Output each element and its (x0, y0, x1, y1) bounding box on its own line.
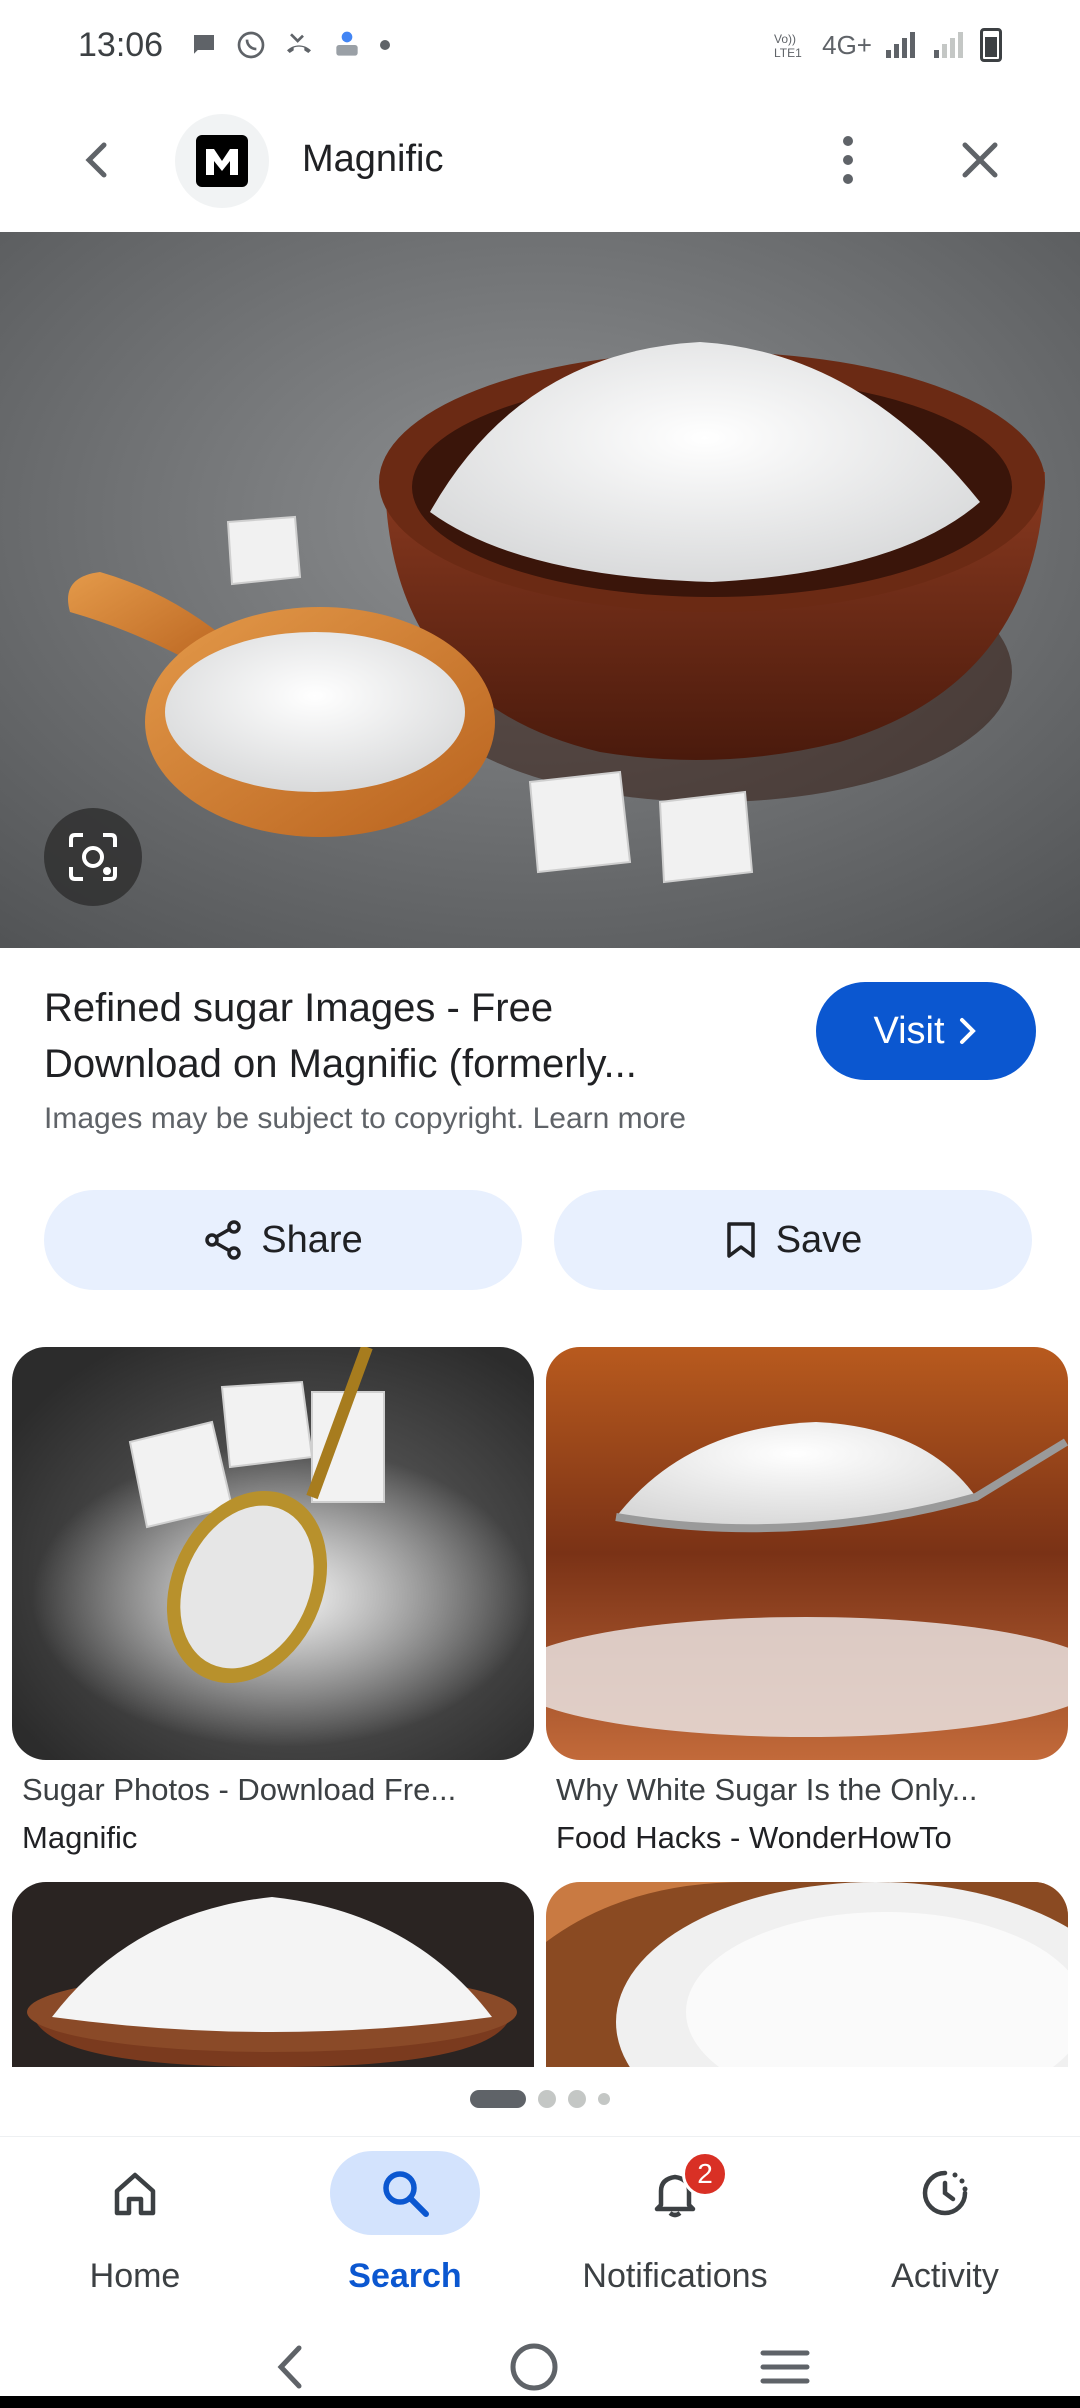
share-button[interactable]: Share (44, 1190, 522, 1290)
svg-text:Vo)): Vo)) (774, 32, 796, 46)
signal-icon (886, 32, 915, 58)
battery-icon (980, 28, 1002, 62)
nav-search[interactable]: Search (270, 2151, 540, 2301)
nav-notifications[interactable]: 2 Notifications (540, 2151, 810, 2301)
nav-home-label: Home (89, 2257, 181, 2295)
sugar-cubes-spoon-photo (12, 1347, 534, 1760)
site-logo (175, 114, 269, 208)
screen-bottom-edge (0, 2396, 1080, 2408)
related-source-2: Food Hacks - WonderHowTo (556, 1820, 952, 1855)
close-button[interactable] (955, 135, 1005, 185)
page-dot-active (470, 2090, 526, 2108)
system-recents-icon[interactable] (759, 2347, 811, 2387)
save-button[interactable]: Save (554, 1190, 1032, 1290)
home-icon (114, 2172, 156, 2216)
related-image-4[interactable] (546, 1882, 1068, 2067)
chevron-right-icon (959, 1018, 976, 1044)
nav-search-label: Search (348, 2257, 462, 2295)
result-title-line1: Refined sugar Images - Free (44, 986, 554, 1030)
main-result-image[interactable] (0, 232, 1080, 948)
svg-text:LTE1: LTE1 (774, 46, 802, 60)
missed-call-icon (287, 33, 312, 53)
visit-label: Visit (873, 1009, 945, 1052)
back-button[interactable] (72, 135, 122, 185)
sugar-closeup-photo (546, 1882, 1068, 2067)
whatsapp-icon (237, 31, 265, 59)
notifications-badge: 2 (682, 2151, 728, 2197)
notification-icons (189, 29, 391, 61)
system-home-icon[interactable] (508, 2341, 560, 2393)
more-notifications-icon (380, 40, 391, 50)
search-icon (383, 2171, 429, 2217)
save-label: Save (775, 1218, 863, 1261)
activity-icon (922, 2170, 968, 2216)
status-bar: 13:06 Vo)) LTE1 4G+ (0, 0, 1080, 90)
bottom-navigation: Home Search 2 Notifications Activity (0, 2136, 1080, 2326)
signal-2-icon (934, 32, 963, 58)
page-dot (538, 2090, 556, 2108)
status-time: 13:06 (78, 25, 164, 64)
related-caption-1[interactable]: Sugar Photos - Download Fre... (22, 1772, 456, 1808)
nav-activity[interactable]: Activity (810, 2151, 1080, 2301)
nav-home[interactable]: Home (0, 2151, 270, 2301)
sugar-spoon-photo (546, 1347, 1068, 1760)
related-image-3[interactable] (12, 1882, 534, 2067)
sugar-bowl-photo (0, 232, 1080, 948)
related-image-1[interactable] (12, 1347, 534, 1760)
page-dot (568, 2090, 586, 2108)
page-dot (598, 2093, 610, 2105)
bookmark-icon (726, 1222, 755, 1258)
network-type: 4G+ (822, 29, 872, 60)
share-label: Share (261, 1218, 363, 1261)
result-title[interactable]: Refined sugar Images - Free Download on … (44, 980, 764, 1092)
magnific-logo-icon (206, 149, 238, 175)
nav-notifications-label: Notifications (582, 2257, 768, 2295)
related-image-2[interactable] (546, 1347, 1068, 1760)
page-header: Magnific (0, 110, 1080, 210)
google-lens-button[interactable] (44, 808, 142, 906)
system-back-icon[interactable] (269, 2342, 309, 2392)
share-icon (205, 1220, 242, 1260)
sugar-heap-bowl-photo (12, 1882, 534, 2067)
more-options-button[interactable] (820, 132, 876, 188)
result-title-line2: Download on Magnific (formerly... (44, 1042, 637, 1086)
visit-button[interactable]: Visit (816, 982, 1036, 1080)
site-title: Magnific (302, 138, 444, 180)
app-notification-icon (336, 31, 358, 56)
related-source-1: Magnific (22, 1820, 138, 1855)
copyright-notice[interactable]: Images may be subject to copyright. Lear… (44, 1102, 686, 1136)
related-caption-2[interactable]: Why White Sugar Is the Only... (556, 1772, 978, 1808)
chat-icon (194, 35, 215, 54)
volte-icon: Vo))LTE1 (774, 32, 802, 60)
status-indicators: Vo)) LTE1 4G+ (772, 28, 1002, 62)
nav-activity-label: Activity (891, 2257, 999, 2295)
lens-icon (69, 833, 117, 881)
page-indicator (0, 2090, 1080, 2108)
